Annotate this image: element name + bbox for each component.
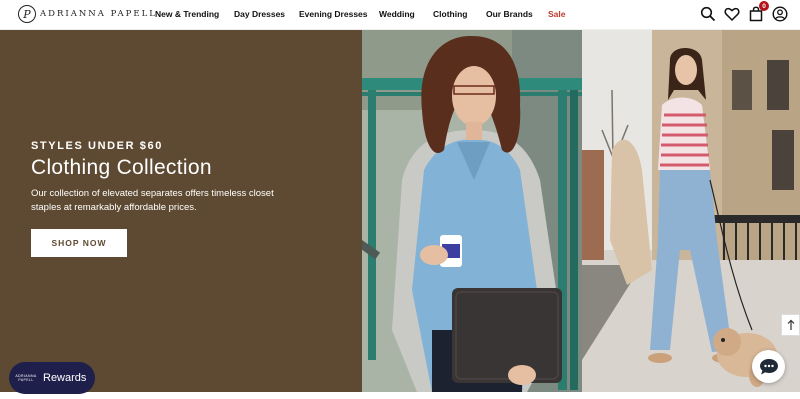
cart-icon[interactable]: 0 <box>748 1 769 22</box>
logo-text: ADRIANNA PAPELL <box>40 9 157 19</box>
hero-eyebrow: STYLES UNDER $60 <box>31 140 163 152</box>
scroll-to-top-button[interactable] <box>781 314 800 336</box>
rewards-label: Rewards <box>43 372 87 384</box>
rewards-button[interactable]: ADRIANNA PAPELL Rewards <box>9 362 95 394</box>
site-header: P ADRIANNA PAPELL New & Trending Day Dre… <box>0 0 800 30</box>
chat-bubble-icon <box>759 358 778 374</box>
hero-title: Clothing Collection <box>31 156 212 179</box>
cart-count-badge: 0 <box>759 1 769 11</box>
brand-logo[interactable]: P ADRIANNA PAPELL <box>18 5 157 23</box>
search-icon[interactable] <box>700 6 716 22</box>
hero-description: Our collection of elevated separates off… <box>31 188 274 213</box>
logo-mark: P <box>18 5 36 23</box>
nav-item-day-dresses[interactable]: Day Dresses <box>234 9 285 19</box>
rewards-logo-line2: PAPELL <box>18 378 34 382</box>
nav-item-clothing[interactable]: Clothing <box>433 9 467 19</box>
hero-image-woman-coffee[interactable] <box>362 30 582 392</box>
nav-item-evening-dresses[interactable]: Evening Dresses <box>299 9 368 19</box>
nav-item-new-trending[interactable]: New & Trending <box>155 9 219 19</box>
nav-item-our-brands[interactable]: Our Brands <box>486 9 533 19</box>
arrow-up-icon <box>787 319 794 330</box>
bottom-strip <box>0 392 800 399</box>
account-icon[interactable] <box>772 6 788 22</box>
heart-icon[interactable] <box>724 6 740 22</box>
hero-image-woman-dog[interactable] <box>582 30 800 392</box>
chat-button[interactable] <box>752 350 785 383</box>
nav-item-wedding[interactable]: Wedding <box>379 9 415 19</box>
shop-now-button[interactable]: SHOP NOW <box>31 229 127 257</box>
rewards-logo: ADRIANNA PAPELL <box>13 365 39 391</box>
header-icons: 0 <box>700 1 788 22</box>
nav-item-sale[interactable]: Sale <box>548 9 566 19</box>
